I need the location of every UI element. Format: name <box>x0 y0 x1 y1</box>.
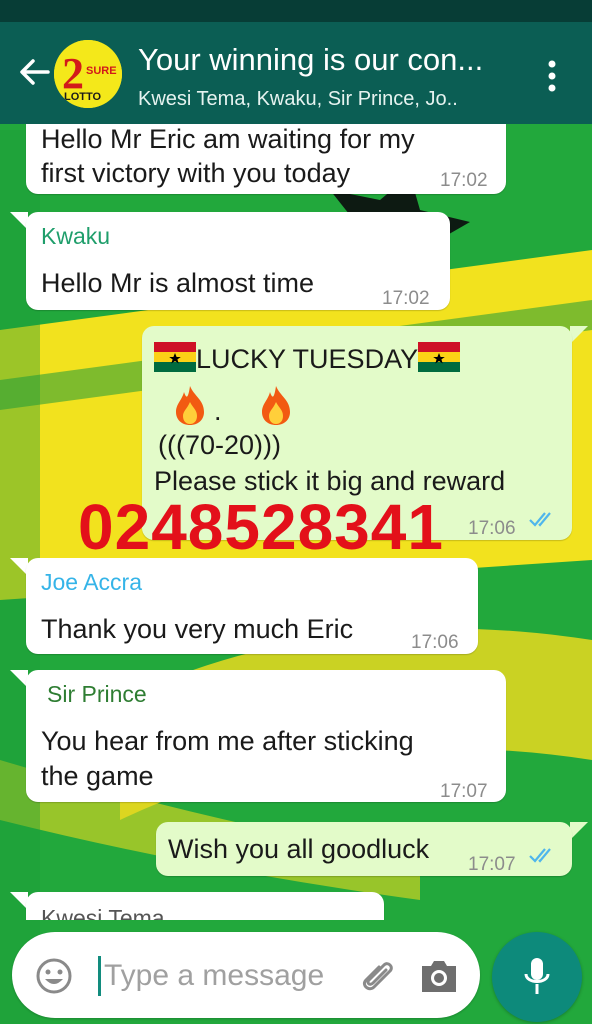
message-text: LUCKY TUESDAY <box>196 344 419 374</box>
message-bubble-incoming[interactable]: Kwaku Hello Mr is almost time 17:02 <box>26 212 450 310</box>
sender-name[interactable]: Sir Prince <box>47 680 147 708</box>
message-text: . <box>214 396 222 426</box>
read-ticks-icon <box>529 848 551 863</box>
message-text: Wish you all goodluck <box>168 834 430 864</box>
message-text: You hear from me after sticking <box>41 726 414 756</box>
ghana-flag-icon <box>154 342 196 372</box>
message-text: Thank you very much Eric <box>41 614 354 644</box>
sure-lotto-logo: 2 SURE LOTTO <box>54 40 122 108</box>
bubble-tail <box>570 822 588 840</box>
svg-text:LOTTO: LOTTO <box>64 91 102 103</box>
message-list[interactable]: Hello Mr Eric am waiting for my first vi… <box>0 124 592 920</box>
message-input[interactable] <box>104 956 354 996</box>
message-line: . <box>172 384 294 428</box>
chat-title[interactable]: Your winning is our con... <box>138 42 518 78</box>
sender-name[interactable]: Joe Accra <box>41 568 142 596</box>
bubble-tail <box>570 326 588 344</box>
group-avatar[interactable]: 2 SURE LOTTO <box>54 40 122 108</box>
message-composer <box>12 932 480 1018</box>
sender-name[interactable]: Kwesi Tema <box>41 904 165 920</box>
mic-icon <box>524 958 550 994</box>
chat-participants[interactable]: Kwesi Tema, Kwaku, Sir Prince, Jo.. <box>138 88 498 111</box>
fire-emoji-icon <box>261 386 290 425</box>
phone-number-watermark: 0248528341 <box>78 491 444 563</box>
message-time: 17:06 <box>411 632 459 653</box>
message-line: LUCKY TUESDAY <box>154 342 461 376</box>
message-text: first victory with you today <box>41 158 351 188</box>
message-text: Hello Mr is almost time <box>41 268 315 298</box>
read-ticks-icon <box>529 512 551 527</box>
attach-icon[interactable] <box>358 956 398 996</box>
fire-emoji-icon <box>176 386 204 425</box>
message-bubble-outgoing[interactable]: Wish you all goodluck 17:07 <box>156 822 572 876</box>
back-arrow-icon[interactable] <box>14 52 54 92</box>
message-time: 17:06 <box>468 518 516 539</box>
voice-message-button[interactable] <box>492 932 582 1022</box>
more-vert-icon[interactable] <box>540 56 564 96</box>
message-bubble-incoming[interactable]: Hello Mr Eric am waiting for my first vi… <box>26 124 506 194</box>
ghana-flag-icon <box>418 342 461 372</box>
message-text: the game <box>41 761 154 791</box>
text-cursor <box>98 956 101 996</box>
camera-icon[interactable] <box>418 956 460 996</box>
message-text: (((70-20))) <box>158 430 282 460</box>
message-bubble-incoming[interactable]: Kwesi Tema <box>26 892 384 920</box>
svg-text:SURE: SURE <box>86 65 117 77</box>
message-bubble-incoming[interactable]: Sir Prince You hear from me after sticki… <box>26 670 506 802</box>
emoji-icon[interactable] <box>34 956 74 996</box>
sender-name[interactable]: Kwaku <box>41 222 110 250</box>
message-time: 17:07 <box>440 781 488 802</box>
message-time: 17:02 <box>440 170 488 191</box>
chat-header: 2 SURE LOTTO Your winning is our con... … <box>0 22 592 124</box>
message-text: Hello Mr Eric am waiting for my <box>41 124 415 154</box>
message-bubble-incoming[interactable]: Joe Accra Thank you very much Eric 17:06 <box>26 558 478 654</box>
status-bar <box>0 0 592 22</box>
message-time: 17:07 <box>468 854 516 875</box>
message-time: 17:02 <box>382 288 430 309</box>
